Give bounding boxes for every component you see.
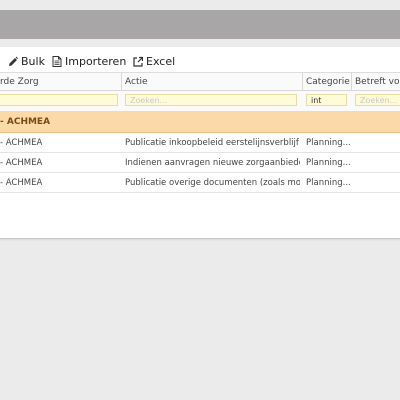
table-row[interactable]: - ACHMEA Indienen aanvragen nieuwe zorga… <box>0 153 400 173</box>
toolbar: Bulk Importeren Excel <box>0 53 400 69</box>
column-header-zorg[interactable]: rde Zorg <box>0 73 118 90</box>
bulk-button[interactable]: Bulk <box>8 54 45 68</box>
column-header-betreft[interactable]: Betreft voor <box>355 73 400 90</box>
column-header-categorie[interactable]: Categorie <box>306 73 350 90</box>
dialog-title-bar <box>0 10 400 39</box>
group-label: - ACHMEA <box>0 117 51 127</box>
zorg-cell: - ACHMEA <box>0 177 43 188</box>
column-header-actie[interactable]: Actie <box>125 73 300 90</box>
categorie-cell: Planning... <box>306 137 350 148</box>
group-row[interactable]: - ACHMEA <box>0 112 400 133</box>
import-button[interactable]: Importeren <box>52 54 126 68</box>
actie-cell: Indienen aanvragen nieuwe zorgaanbieder <box>125 157 300 168</box>
categorie-cell: Planning... <box>306 177 350 188</box>
excel-label: Excel <box>146 54 176 68</box>
table-row[interactable]: - ACHMEA Publicatie overige documenten (… <box>0 173 400 193</box>
zorg-filter-input[interactable] <box>0 94 118 106</box>
header-row: rde Zorg Actie Categorie Betreft voor <box>0 72 400 91</box>
actie-filter-input[interactable] <box>125 94 297 106</box>
table-row[interactable]: - ACHMEA Publicatie inkoopbeleid eerstel… <box>0 133 400 153</box>
actie-cell: Publicatie inkoopbeleid eerstelijnsverbl… <box>125 137 300 148</box>
document-icon <box>52 55 62 67</box>
categorie-cell: Planning... <box>306 157 350 168</box>
top-band <box>0 0 400 10</box>
categorie-filter-input[interactable] <box>306 94 347 106</box>
external-link-icon <box>133 56 143 67</box>
excel-button[interactable]: Excel <box>133 54 175 68</box>
data-grid: rde Zorg Actie Categorie Betreft voor - … <box>0 72 400 193</box>
zorg-cell: - ACHMEA <box>0 137 43 148</box>
filter-row <box>0 91 400 112</box>
import-label: Importeren <box>65 54 127 68</box>
zorg-cell: - ACHMEA <box>0 157 43 168</box>
betreft-filter-input[interactable] <box>355 94 400 106</box>
actie-cell: Publicatie overige documenten (zoals mod… <box>125 177 300 188</box>
pencil-icon <box>9 56 18 66</box>
bulk-label: Bulk <box>21 54 45 68</box>
grid-panel: Bulk Importeren Excel rde Zorg Actie Cat… <box>0 47 400 239</box>
